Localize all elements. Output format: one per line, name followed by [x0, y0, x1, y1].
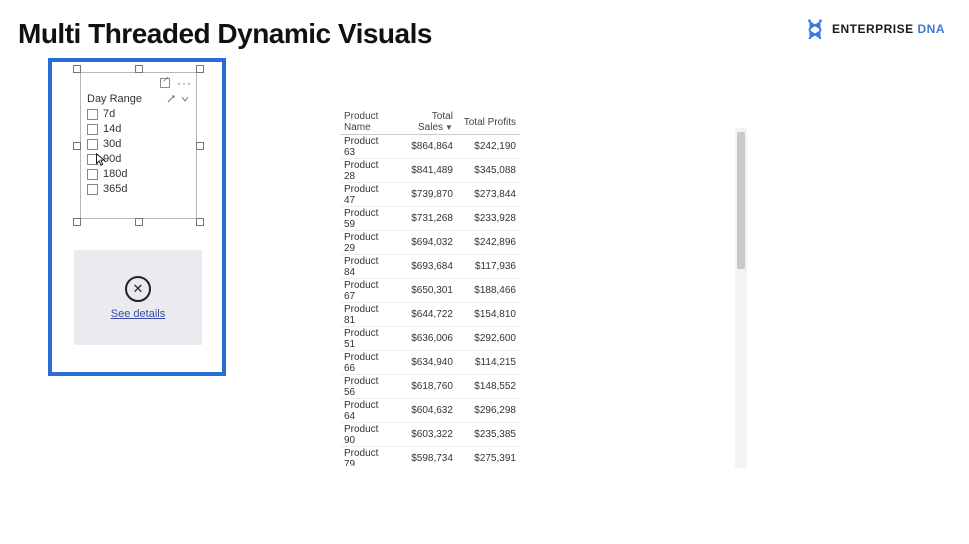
slicer-item-180d[interactable]: 180d — [87, 167, 190, 182]
slicer-title: Day Range — [87, 93, 162, 105]
eraser-icon[interactable] — [166, 94, 176, 104]
day-range-slicer[interactable]: ··· Day Range 7d14d30d90d180d365d — [80, 72, 197, 219]
table-row[interactable]: Product 59$731,268$233,928 — [340, 207, 520, 231]
see-details-link[interactable]: See details — [111, 308, 165, 320]
table-row[interactable]: Product 51$636,006$292,600 — [340, 327, 520, 351]
column-header[interactable]: Total Profits — [457, 110, 520, 135]
brand-logo: ENTERPRISE DNA — [804, 18, 945, 40]
table-row[interactable]: Product 67$650,301$188,466 — [340, 279, 520, 303]
table-row[interactable]: Product 29$694,032$242,896 — [340, 231, 520, 255]
slicer-item-label: 180d — [103, 167, 127, 182]
checkbox[interactable] — [87, 109, 98, 120]
error-x-icon: ✕ — [125, 276, 151, 302]
slicer-item-label: 7d — [103, 107, 115, 122]
slicer-item-30d[interactable]: 30d — [87, 137, 190, 152]
checkbox[interactable] — [87, 154, 98, 165]
table-row[interactable]: Product 90$603,322$235,385 — [340, 423, 520, 447]
scrollbar-thumb[interactable] — [737, 132, 745, 269]
product-table-visual[interactable]: Product NameTotal Sales▼Total Profits Pr… — [340, 110, 740, 466]
slicer-item-label: 30d — [103, 137, 121, 152]
table-row[interactable]: Product 66$634,940$114,215 — [340, 351, 520, 375]
table-row[interactable]: Product 56$618,760$148,552 — [340, 375, 520, 399]
table-row[interactable]: Product 79$598,734$275,391 — [340, 447, 520, 467]
table-row[interactable]: Product 64$604,632$296,298 — [340, 399, 520, 423]
column-header[interactable]: Product Name — [340, 110, 392, 135]
table-row[interactable]: Product 81$644,722$154,810 — [340, 303, 520, 327]
error-visual-card: ✕ See details — [74, 250, 202, 345]
table-row[interactable]: Product 63$864,864$242,190 — [340, 135, 520, 159]
column-header[interactable]: Total Sales▼ — [392, 110, 457, 135]
focus-mode-icon[interactable] — [159, 77, 171, 89]
checkbox[interactable] — [87, 184, 98, 195]
checkbox[interactable] — [87, 169, 98, 180]
slicer-item-90d[interactable]: 90d — [87, 152, 190, 167]
table-row[interactable]: Product 84$693,684$117,936 — [340, 255, 520, 279]
checkbox[interactable] — [87, 124, 98, 135]
dna-icon — [804, 18, 826, 40]
checkbox[interactable] — [87, 139, 98, 150]
slicer-item-365d[interactable]: 365d — [87, 182, 190, 197]
slicer-item-label: 14d — [103, 122, 121, 137]
chevron-down-icon[interactable] — [180, 94, 190, 104]
more-options-icon[interactable]: ··· — [177, 76, 192, 90]
sort-desc-icon: ▼ — [445, 123, 453, 132]
slicer-item-7d[interactable]: 7d — [87, 107, 190, 122]
slicer-item-label: 90d — [103, 152, 121, 167]
slicer-item-label: 365d — [103, 182, 127, 197]
table-row[interactable]: Product 28$841,489$345,088 — [340, 159, 520, 183]
table-row[interactable]: Product 47$739,870$273,844 — [340, 183, 520, 207]
slicer-item-14d[interactable]: 14d — [87, 122, 190, 137]
selection-frame: ··· Day Range 7d14d30d90d180d365d ✕ See … — [48, 58, 226, 376]
table-scrollbar[interactable] — [735, 128, 747, 468]
